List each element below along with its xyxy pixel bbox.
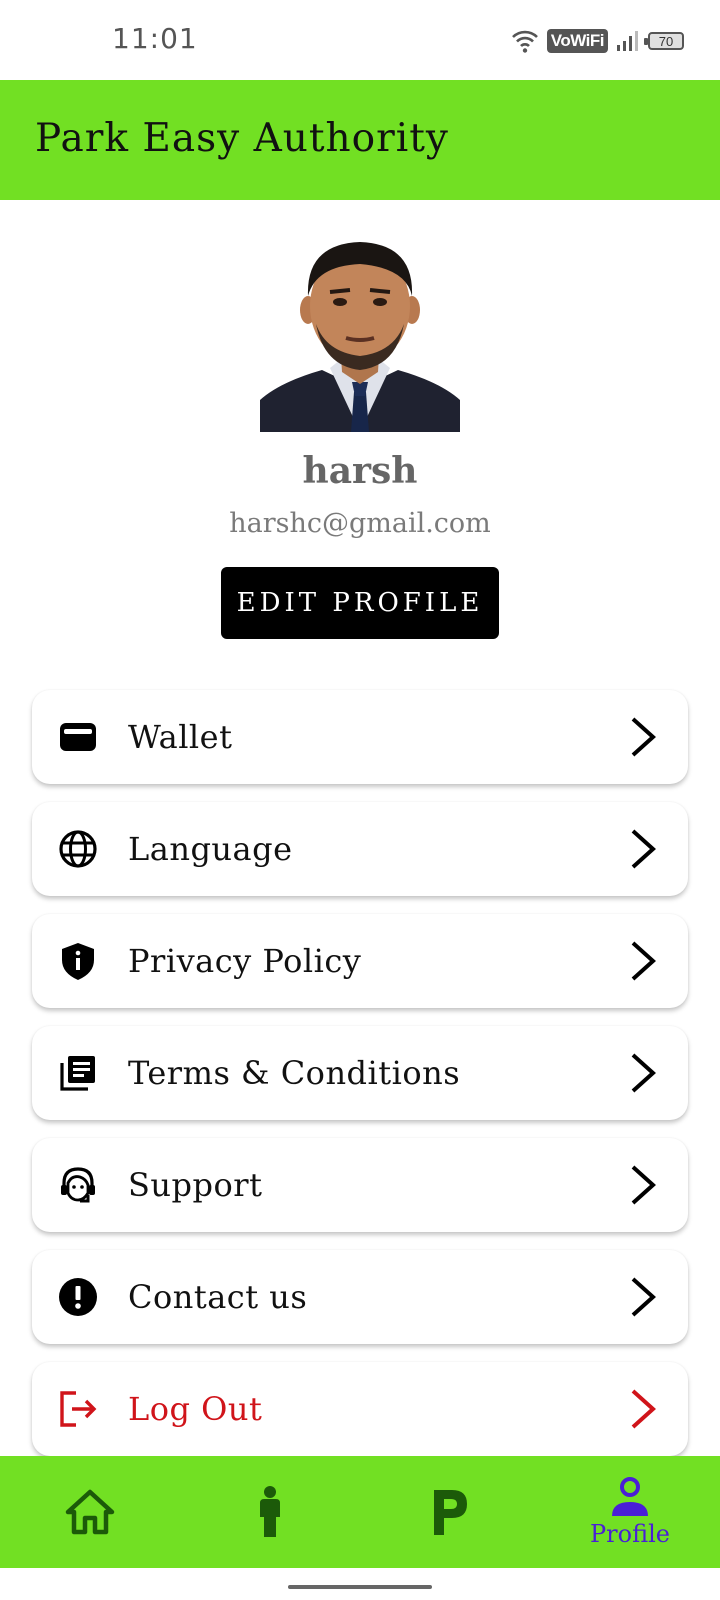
profile-name: harsh bbox=[302, 450, 418, 492]
shield-icon bbox=[62, 943, 94, 980]
parking-icon bbox=[434, 1490, 467, 1535]
profile-email: harshc@gmail.com bbox=[229, 508, 491, 539]
battery-indicator: 70 bbox=[644, 32, 684, 50]
wifi-icon bbox=[511, 30, 538, 53]
nav-person[interactable] bbox=[180, 1456, 360, 1568]
menu-item-label: Language bbox=[128, 830, 293, 868]
menu-item-privacy-policy[interactable]: Privacy Policy bbox=[32, 914, 688, 1008]
menu-item-terms-conditions[interactable]: Terms & Conditions bbox=[32, 1026, 688, 1120]
signal-icon bbox=[617, 31, 638, 51]
avatar bbox=[260, 232, 460, 432]
nav-profile-label: Profile bbox=[590, 1520, 670, 1548]
status-time: 11:01 bbox=[112, 22, 198, 55]
app-title: Park Easy Authority bbox=[35, 116, 449, 161]
menu-item-label: Contact us bbox=[128, 1278, 308, 1316]
menu-item-contact-us[interactable]: Contact us bbox=[32, 1250, 688, 1344]
library-books-icon bbox=[60, 1056, 95, 1091]
bottom-nav: Profile bbox=[0, 1456, 720, 1568]
menu-item-label: Privacy Policy bbox=[128, 942, 362, 980]
person-standing-icon bbox=[260, 1486, 280, 1537]
menu-item-log-out[interactable]: Log Out bbox=[32, 1362, 688, 1456]
menu-item-support[interactable]: Support bbox=[32, 1138, 688, 1232]
gesture-bar[interactable] bbox=[288, 1585, 432, 1589]
edit-profile-button[interactable]: EDIT PROFILE bbox=[221, 567, 499, 639]
status-icons: VoWiFi 70 bbox=[511, 26, 684, 56]
menu-item-label: Wallet bbox=[128, 718, 233, 756]
chevron-right-icon bbox=[631, 717, 656, 757]
home-icon bbox=[65, 1489, 115, 1535]
chevron-right-icon bbox=[631, 829, 656, 869]
support-agent-icon bbox=[61, 1167, 95, 1203]
chevron-right-icon bbox=[631, 941, 656, 981]
globe-icon bbox=[59, 830, 97, 868]
menu-item-label: Support bbox=[128, 1166, 263, 1204]
chevron-right-icon bbox=[631, 1389, 656, 1429]
wallet-icon bbox=[60, 723, 96, 751]
chevron-right-icon bbox=[631, 1165, 656, 1205]
menu-item-label: Log Out bbox=[128, 1390, 263, 1428]
logout-icon bbox=[60, 1391, 97, 1427]
profile-icon bbox=[612, 1477, 648, 1516]
menu-item-language[interactable]: Language bbox=[32, 802, 688, 896]
vowifi-badge: VoWiFi bbox=[546, 29, 608, 53]
status-bar: 11:01 VoWiFi 70 bbox=[0, 0, 720, 80]
nav-profile[interactable]: Profile bbox=[540, 1456, 720, 1568]
menu-item-label: Terms & Conditions bbox=[128, 1054, 461, 1092]
exclamation-circle-icon bbox=[59, 1278, 97, 1316]
app-bar: Park Easy Authority bbox=[0, 80, 720, 200]
chevron-right-icon bbox=[631, 1053, 656, 1093]
nav-home[interactable] bbox=[0, 1456, 180, 1568]
chevron-right-icon bbox=[631, 1277, 656, 1317]
nav-parking[interactable] bbox=[360, 1456, 540, 1568]
menu-item-wallet[interactable]: Wallet bbox=[32, 690, 688, 784]
settings-menu: Wallet Language Privacy Policy Terms & C… bbox=[32, 690, 688, 1474]
